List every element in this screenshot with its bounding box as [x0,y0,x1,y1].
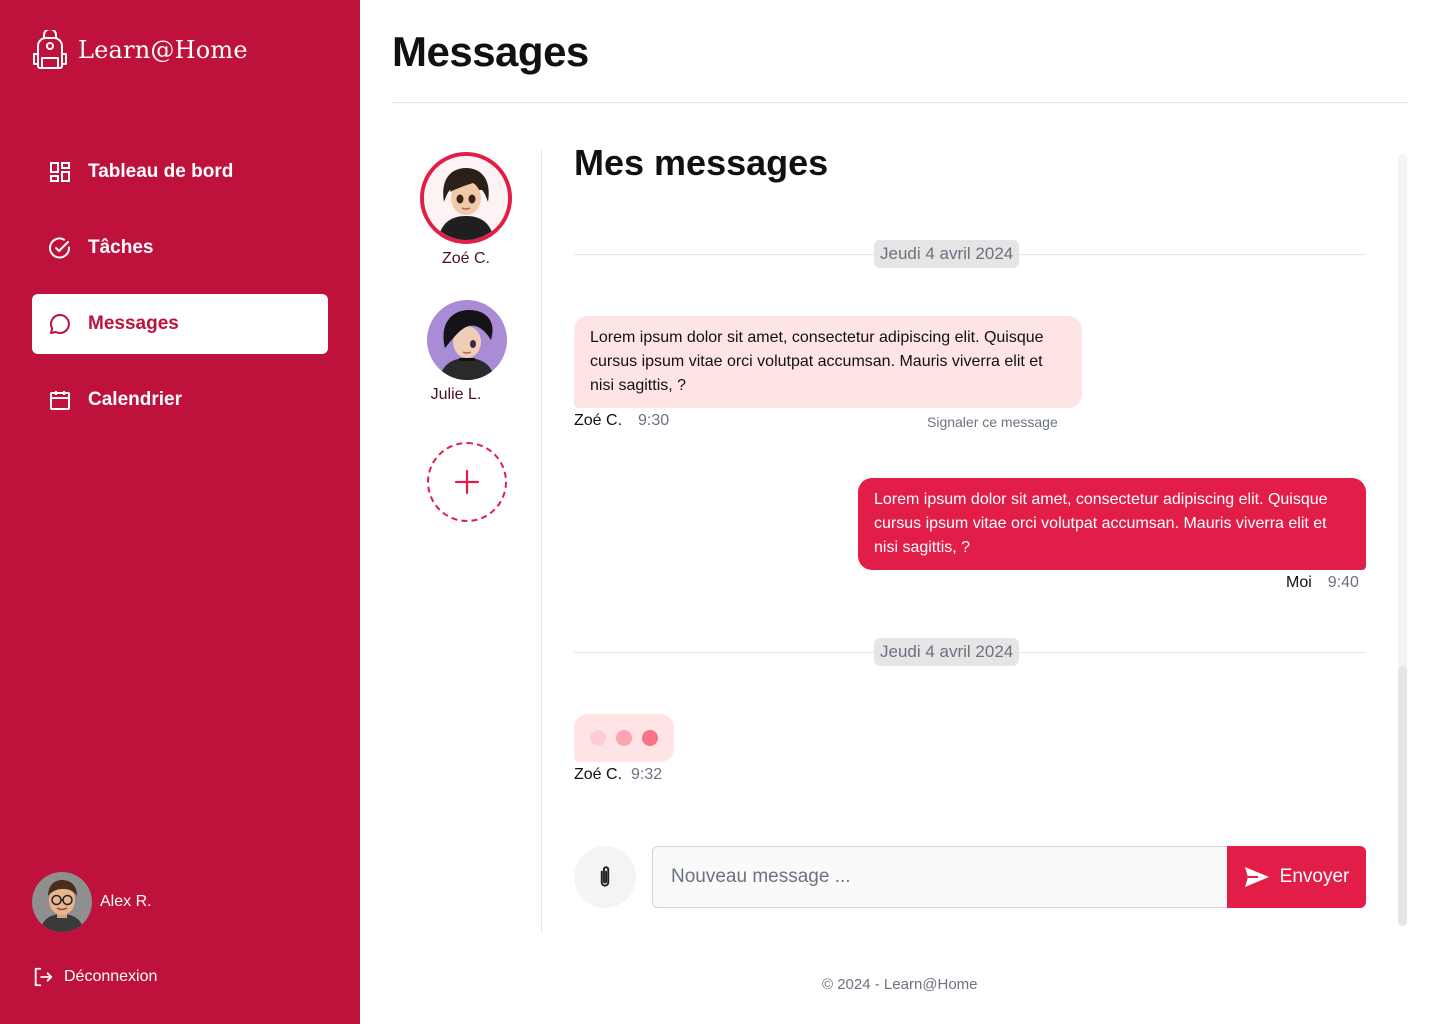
date-label: Jeudi 4 avril 2024 [874,638,1020,666]
contact-name: Julie L. [430,386,482,403]
sidebar-item-label: Tableau de bord [88,161,234,182]
dashboard-icon [50,162,70,182]
contact-avatar-image [427,300,507,380]
chat-bubble-icon [50,314,70,334]
backpack-icon [33,30,67,69]
avatar [32,872,92,932]
typing-dot [642,730,658,746]
contact-name: Zoé C. [441,250,490,267]
check-circle-icon [49,237,71,259]
user-avatar-image [32,872,92,932]
chat-title: Mes messages [574,142,829,183]
logout-icon [34,967,53,987]
sidebar-item-dashboard[interactable]: Tableau de bord [32,142,328,202]
plus-icon [454,469,480,495]
date-separator: Jeudi 4 avril 2024 [574,638,1366,666]
add-contact-button[interactable] [427,442,507,522]
paperclip-icon [600,866,610,887]
date-label: Jeudi 4 avril 2024 [874,240,1020,268]
message-author: Zoé C. [574,766,623,783]
typing-dot [590,730,606,746]
scrollbar-thumb[interactable] [1398,666,1407,926]
sidebar-item-label: Messages [88,313,179,334]
chat-scrollbar[interactable] [1398,154,1407,926]
sidebar-item-label: Tâches [88,237,154,258]
attach-button[interactable] [574,846,636,908]
sidebar-item-label: Calendrier [88,389,182,410]
logout-label: Déconnexion [64,968,158,985]
message-composer: Envoyer [574,846,1366,908]
message-meta: Zoé C. 9:30 [574,412,669,430]
message-meta: Zoé C. 9:32 [574,766,662,784]
message-time: 9:32 [631,766,663,783]
page-title: Messages [392,28,589,75]
message-author: Zoé C. [574,412,623,429]
contact-avatar-image [424,156,508,240]
contact-zoe[interactable]: Zoé C. [420,152,512,268]
title-divider [392,102,1408,103]
message-time: 9:40 [1327,574,1359,591]
avatar [420,152,512,244]
current-user[interactable]: Alex R. [32,872,152,932]
typing-indicator [574,714,674,762]
sidebar-item-calendar[interactable]: Calendrier [32,370,328,430]
report-message-link[interactable]: Signaler ce message [927,414,1058,430]
typing-dot [616,730,632,746]
message-time: 9:30 [638,412,670,429]
brand[interactable]: Learn@Home [32,30,248,70]
sidebar-item-messages[interactable]: Messages [32,294,328,354]
main-nav: Tableau de bord Tâches Messages Calendri… [32,142,328,446]
message-meta: Moi 9:40 [1286,574,1359,592]
logout-button[interactable]: Déconnexion [32,966,157,988]
sidebar: Learn@Home Tableau de bord Tâches Messag… [0,0,360,1024]
message-bubble-incoming: Lorem ipsum dolor sit amet, consectetur … [574,316,1082,408]
send-label: Envoyer [1279,866,1350,887]
message-author: Moi [1286,574,1312,591]
message-bubble-outgoing: Lorem ipsum dolor sit amet, consectetur … [858,478,1366,570]
brand-name: Learn@Home [78,36,248,64]
footer-copyright: © 2024 - Learn@Home [822,976,978,993]
contact-list: Zoé C. Julie L. [392,150,542,932]
send-button[interactable]: Envoyer [1227,846,1366,908]
calendar-icon [50,391,70,410]
user-name: Alex R. [100,893,152,910]
avatar [427,300,507,380]
send-icon [1244,867,1269,887]
sidebar-item-tasks[interactable]: Tâches [32,218,328,278]
message-input[interactable] [652,846,1228,908]
date-separator: Jeudi 4 avril 2024 [574,240,1366,268]
contact-julie[interactable]: Julie L. [427,300,507,404]
